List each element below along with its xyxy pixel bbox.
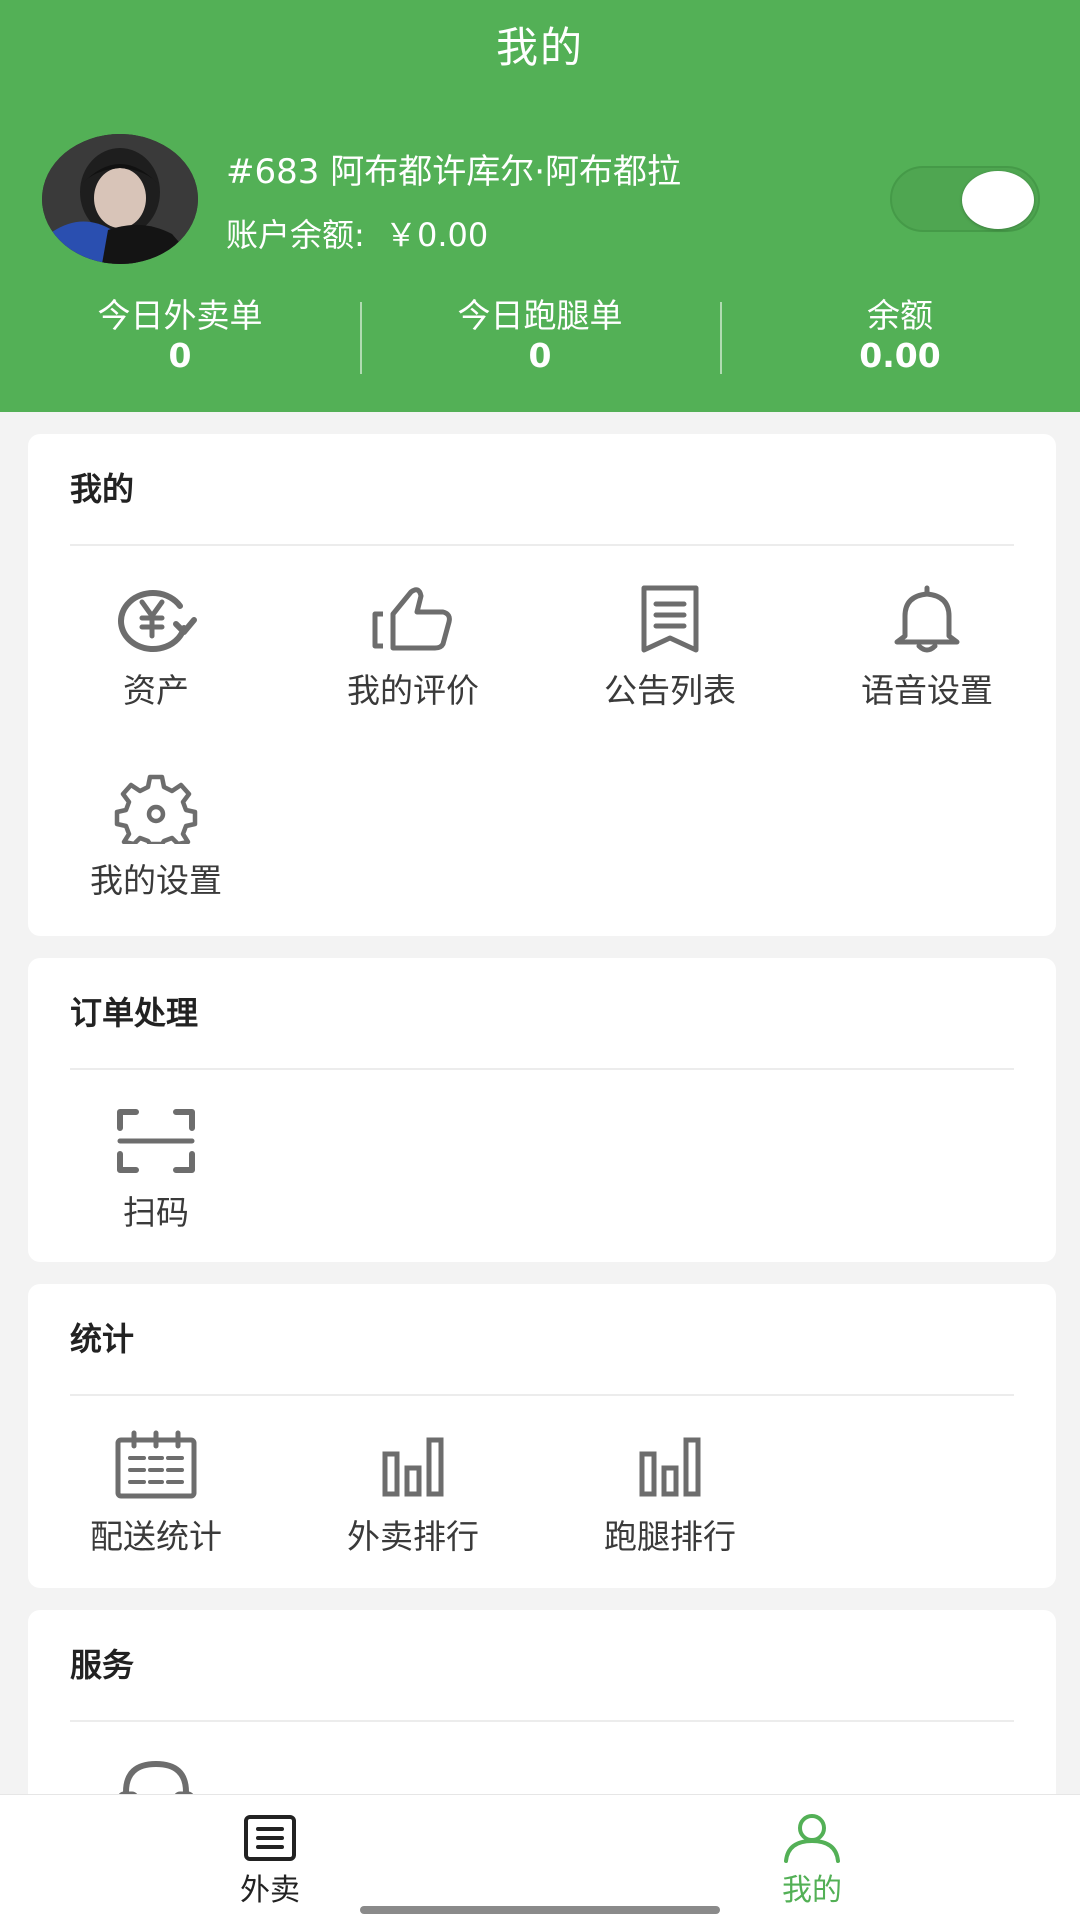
menu-item-my-reviews[interactable]: 我的评价 [285,584,541,712]
menu-item-label: 语音设置 [861,671,993,710]
divider [70,1720,1014,1722]
menu-item-label: 我的评价 [347,671,479,710]
section-mine: 我的 资产 我的评价 公告列表 语音设置 我的设置 [28,434,1056,936]
home-indicator [360,1906,720,1914]
menu-item-notice-list[interactable]: 公告列表 [542,584,798,712]
menu-item-delivery-stats[interactable]: 配送统计 [28,1430,284,1558]
stat-label: 今日跑腿单 [457,296,623,335]
divider [70,544,1014,546]
menu-item-label: 配送统计 [90,1517,222,1556]
thumbs-up-icon [372,587,452,651]
menu-item-label: 我的设置 [90,861,222,900]
bottom-tab-bar: 外卖 我的 [0,1794,1080,1921]
menu-item-label: 外卖排行 [347,1517,479,1556]
scan-icon [117,1109,195,1173]
online-status-toggle[interactable] [890,166,1040,232]
menu-item-voice-settings[interactable]: 语音设置 [799,584,1055,712]
stat-takeout-orders[interactable]: 今日外卖单 0 [0,296,360,378]
profile-name: #683 阿布都许库尔·阿布都拉 [226,152,681,192]
menu-item-errand-ranking[interactable]: 跑腿排行 [542,1430,798,1558]
calendar-icon [115,1430,197,1499]
section-title: 服务 [70,1646,135,1684]
stat-balance[interactable]: 余额 0.00 [720,296,1080,378]
asset-yen-icon [118,590,197,653]
menu-item-label: 资产 [123,671,189,710]
tab-mine[interactable]: 我的 [702,1813,922,1909]
bar-chart-icon [382,1437,444,1497]
user-icon [784,1814,840,1863]
menu-item-label: 公告列表 [604,671,736,710]
tab-takeout[interactable]: 外卖 [160,1813,380,1909]
list-doc-icon [244,1815,296,1861]
stat-value: 0.00 [859,336,941,375]
menu-item-takeout-ranking[interactable]: 外卖排行 [285,1430,541,1558]
stat-errand-orders[interactable]: 今日跑腿单 0 [360,296,720,378]
menu-item-label: 扫码 [123,1193,189,1232]
toggle-knob [962,171,1034,229]
gear-icon [114,774,198,844]
stat-label: 余额 [867,296,933,335]
today-stats: 今日外卖单 0 今日跑腿单 0 余额 0.00 [0,296,1080,378]
bar-chart-icon [639,1437,701,1497]
section-statistics: 统计 配送统计 外卖排行 跑腿排行 [28,1284,1056,1588]
stat-label: 今日外卖单 [97,296,263,335]
tab-label: 外卖 [240,1873,300,1908]
section-title: 统计 [70,1320,135,1358]
menu-item-my-settings[interactable]: 我的设置 [28,774,284,902]
divider [70,1068,1014,1070]
avatar[interactable] [42,134,198,264]
stat-value: 0 [168,336,192,375]
account-balance-label: 账户余额: [226,216,365,254]
section-title: 订单处理 [70,994,199,1032]
notice-list-icon [641,585,699,653]
bell-icon [894,585,960,653]
page-title: 我的 [495,23,584,72]
account-balance: 账户余额: ￥0.00 [226,210,488,256]
section-title: 我的 [70,470,135,508]
menu-item-assets[interactable]: 资产 [28,584,284,712]
tab-label: 我的 [782,1873,842,1908]
account-balance-value: ￥0.00 [384,216,489,254]
profile-header: 我的 #683 阿布都许库尔·阿布都拉 账户余额: ￥0.00 今日外卖单 0 … [0,0,1080,412]
section-order-processing: 订单处理 扫码 [28,958,1056,1262]
divider [70,1394,1014,1396]
menu-item-scan[interactable]: 扫码 [28,1106,284,1234]
stat-value: 0 [528,336,552,375]
menu-item-label: 跑腿排行 [604,1517,736,1556]
